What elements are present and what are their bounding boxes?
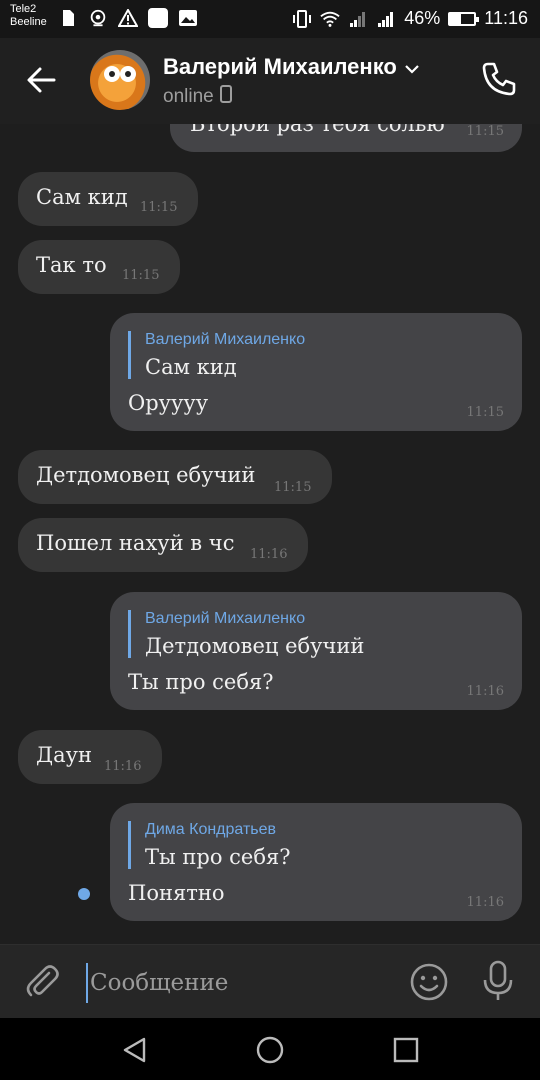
clock: 11:16 [484,8,528,28]
nav-home-icon[interactable] [255,1035,285,1065]
mobile-device-icon [219,85,232,109]
message-time: 11:15 [466,405,504,420]
message-input[interactable] [86,963,386,1003]
message-list[interactable]: Второй раз тебя солью 11:15 Сам кид 11:1… [0,124,540,944]
reply-quote[interactable]: Дима Кондратьев Ты про себя? [128,821,291,869]
reply-author: Дима Кондратьев [145,821,277,838]
reply-quote[interactable]: Валерий Михаиленко Сам кид [128,331,305,379]
message-text: Оруууу [128,391,209,415]
paperclip-icon[interactable] [22,961,62,1001]
nav-back-icon[interactable] [120,1035,150,1065]
hotspot-icon [88,8,108,28]
battery-level [450,13,462,24]
microphone-icon[interactable] [478,959,518,1003]
reply-text: Сам кид [145,355,237,379]
contact-status-row: online [163,85,232,109]
vibrate-icon [292,9,312,29]
reply-author: Валерий Михаиленко [145,610,306,627]
message-bubble-incoming[interactable]: Пошел нахуй в чс 11:16 [18,518,308,572]
avatar[interactable] [90,50,150,110]
message-time: 11:16 [250,547,288,562]
carrier-2: Beeline [10,16,47,28]
smiley-icon[interactable] [408,961,450,1003]
message-time: 11:15 [466,124,504,139]
message-text: Детдомовец ебучий [36,463,256,487]
arrow-left-icon[interactable] [22,60,62,100]
reply-quote[interactable]: Валерий Михаиленко Детдомовец ебучий [128,610,364,658]
system-navigation-bar [0,1018,540,1080]
message-text: Даун [36,743,92,767]
contact-status: online [163,86,214,107]
signal-icon-1 [348,9,368,29]
chevron-down-icon [405,54,419,80]
app-notification-icon [148,8,168,28]
message-text: Сам кид [36,185,128,209]
nav-recent-apps-icon[interactable] [392,1036,420,1064]
message-bubble-incoming[interactable]: Детдомовец ебучий 11:15 [18,450,332,504]
message-bubble-outgoing[interactable]: Дима Кондратьев Ты про себя? Понятно 11:… [110,803,522,921]
message-text: Ты про себя? [128,670,274,694]
message-time: 11:16 [466,684,504,699]
message-bubble-outgoing[interactable]: Второй раз тебя солью 11:15 [170,124,522,152]
message-bubble-outgoing[interactable]: Валерий Михаиленко Сам кид Оруууу 11:15 [110,313,522,431]
unread-indicator [78,888,90,900]
message-time: 11:16 [104,759,142,774]
message-time: 11:15 [122,268,160,283]
image-icon [178,8,198,28]
composer [0,944,540,1018]
chat-header: Валерий Михаиленко online [0,38,540,124]
message-bubble-incoming[interactable]: Даун 11:16 [18,730,162,784]
battery-percent: 46% [404,8,441,28]
battery-icon [448,11,480,26]
reply-text: Детдомовец ебучий [145,634,365,658]
message-bubble-incoming[interactable]: Так то 11:15 [18,240,180,294]
carrier-names: Tele2 Beeline [10,3,47,29]
message-text: Понятно [128,881,225,905]
message-text: Второй раз тебя солью [190,124,445,136]
contact-name-row[interactable]: Валерий Михаиленко [163,54,419,80]
avatar-eye-left [104,66,120,82]
message-text: Пошел нахуй в чс [36,531,235,555]
carrier-1: Tele2 [10,3,37,15]
wifi-icon [320,9,340,29]
message-time: 11:15 [274,480,312,495]
message-time: 11:15 [140,200,178,215]
reply-text: Ты про себя? [145,845,291,869]
reply-author: Валерий Михаиленко [145,331,306,348]
message-bubble-incoming[interactable]: Сам кид 11:15 [18,172,198,226]
status-bar: Tele2 Beeline 46% 11:16 [0,0,540,38]
sim-card-icon [58,8,78,28]
message-time: 11:16 [466,895,504,910]
avatar-eye-right [120,66,136,82]
contact-name: Валерий Михаиленко [163,54,397,79]
signal-icon-2 [376,9,396,29]
message-bubble-outgoing[interactable]: Валерий Михаиленко Детдомовец ебучий Ты … [110,592,522,710]
warning-icon [118,8,138,28]
message-text: Так то [36,253,107,277]
phone-icon[interactable] [478,58,520,100]
